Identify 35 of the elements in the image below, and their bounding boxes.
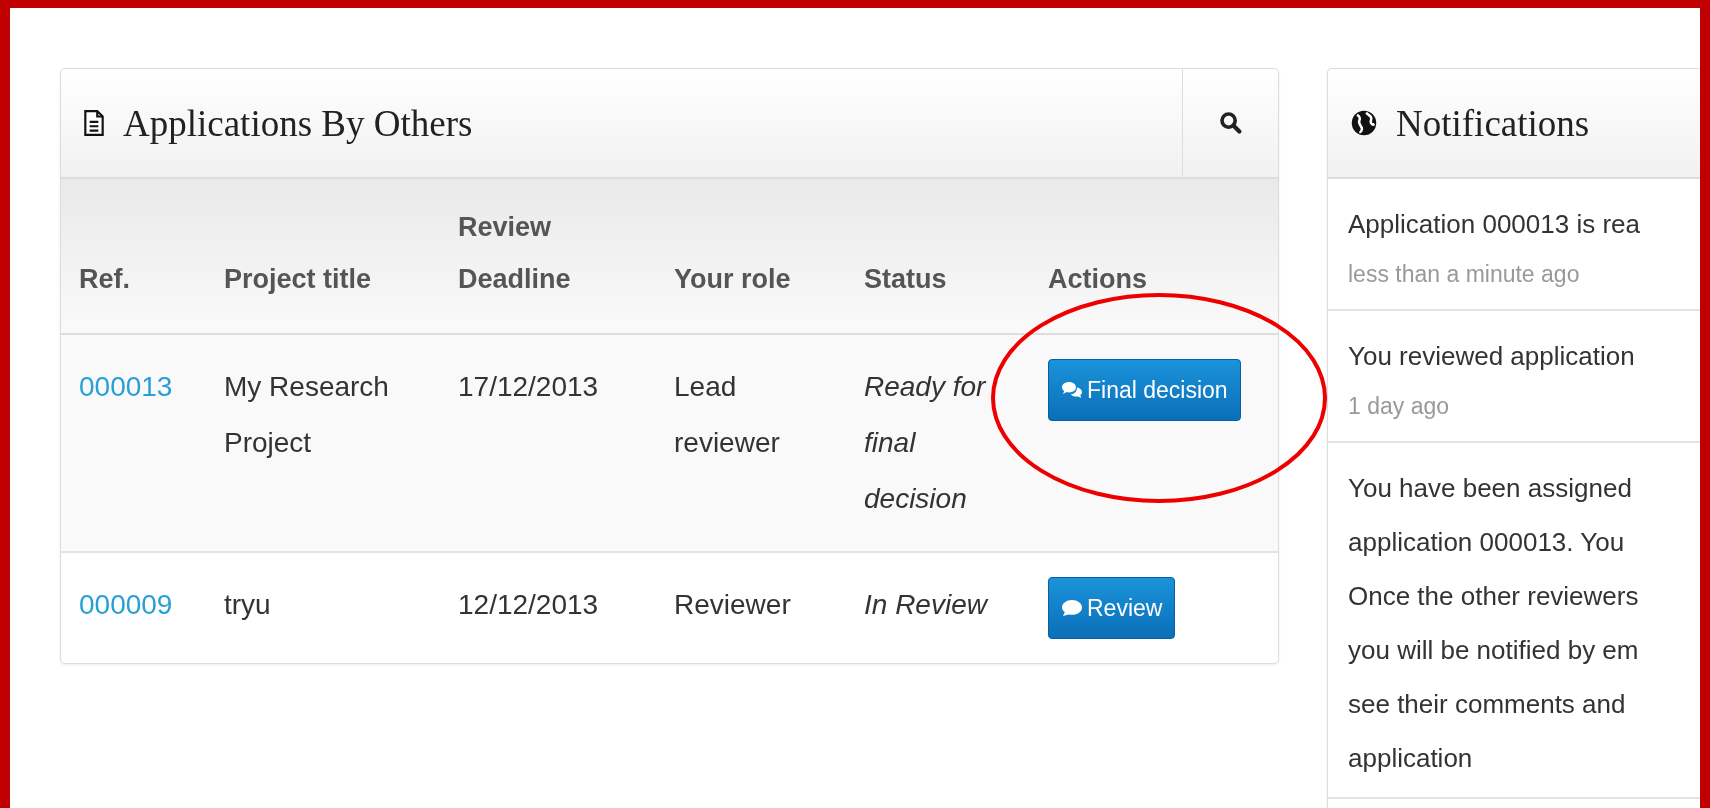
table-cell: 17/12/2013	[458, 371, 599, 402]
table-cell: Lead reviewer	[674, 371, 780, 458]
reference-link[interactable]: 000009	[79, 589, 173, 620]
search-icon	[1218, 111, 1243, 135]
globe-icon	[1350, 109, 1378, 137]
notification-text: You reviewed application	[1348, 340, 1636, 373]
column-header: Status	[864, 264, 947, 294]
notification-text: you will be notified by em	[1348, 634, 1640, 667]
column-header: Review Deadline	[458, 212, 571, 294]
status-text: Ready for final decision	[864, 370, 988, 516]
status-text: In Review	[864, 588, 990, 622]
panel-title: Applications By Others	[123, 101, 473, 145]
notification-time: 1 day ago	[1348, 392, 1451, 421]
notification-text: Application 000013 is rea	[1348, 208, 1641, 241]
notification-text: see their comments and	[1348, 688, 1627, 721]
column-header: Actions	[1048, 264, 1147, 294]
table-cell: Reviewer	[674, 589, 791, 620]
table-cell: tryu	[224, 589, 271, 620]
document-icon	[83, 110, 105, 136]
notification-text: application 000013. You	[1348, 526, 1626, 559]
column-header: Your role	[674, 264, 791, 294]
table-cell: My Research Project	[224, 371, 389, 458]
speech-bubble-icon	[1061, 599, 1083, 617]
notification-text: You have been assigned	[1348, 472, 1633, 505]
table-cell: 12/12/2013	[458, 589, 599, 620]
column-header: Project title	[224, 264, 372, 294]
notification-text: application	[1348, 742, 1474, 775]
reference-link[interactable]: 000013	[79, 371, 173, 402]
speech-bubbles-icon	[1061, 381, 1083, 399]
panel-title: Notifications	[1396, 101, 1590, 145]
column-header: Ref.	[79, 264, 130, 294]
review-button[interactable]: Review	[1048, 577, 1176, 639]
notification-text: Once the other reviewers	[1348, 580, 1640, 613]
notification-time: less than a minute ago	[1348, 260, 1581, 289]
final-decision-button[interactable]: Final decision	[1048, 359, 1241, 421]
